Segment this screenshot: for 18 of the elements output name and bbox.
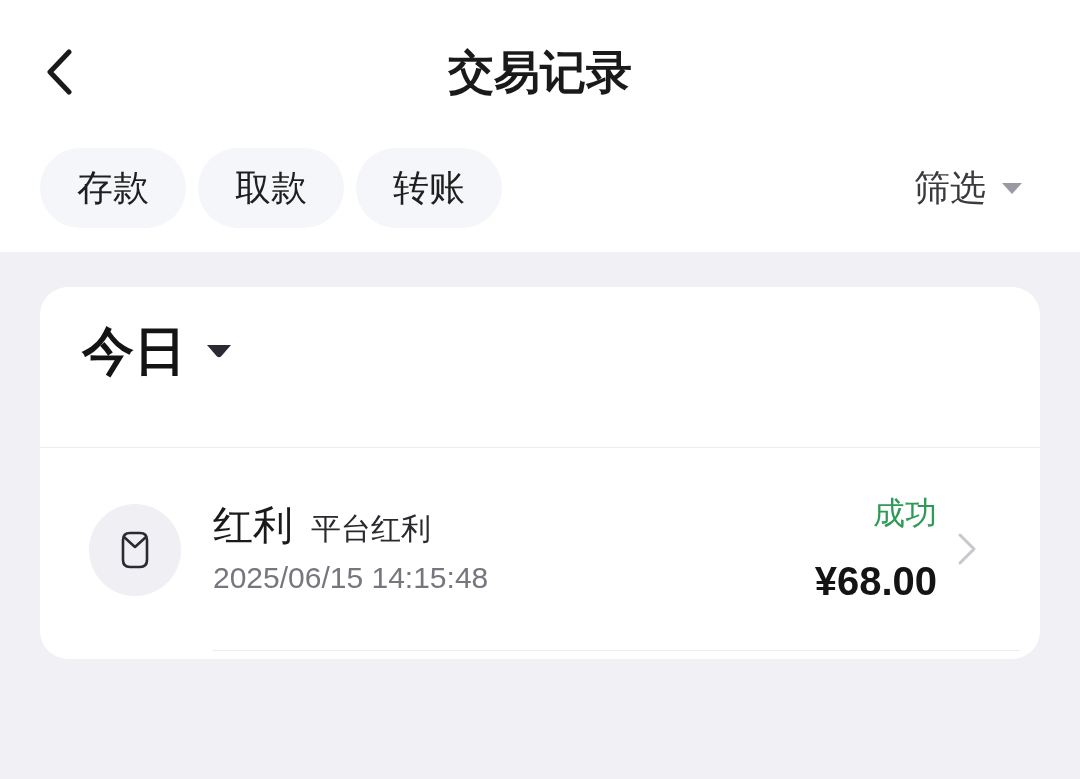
transaction-amount: ¥68.00 [814, 558, 937, 605]
caret-down-icon [1002, 182, 1022, 194]
transaction-row[interactable]: 红利 平台红利 2025/06/15 14:15:48 成功 ¥68.00 [40, 448, 1040, 651]
status-label: 成功 [873, 494, 937, 533]
transaction-title: 红利 [213, 502, 293, 549]
period-dropdown[interactable]: 今日 [82, 325, 232, 377]
type-tab[interactable]: 取款 [198, 148, 344, 228]
page-title: 交易记录 [448, 45, 632, 100]
chevron-right-icon [957, 532, 977, 566]
type-tab[interactable]: 转账 [356, 148, 502, 228]
type-tab[interactable]: 存款 [40, 148, 186, 228]
envelope-icon [89, 503, 181, 596]
transaction-subtitle: 平台红利 [311, 511, 431, 547]
caret-down-icon [206, 344, 232, 358]
filter-dropdown[interactable]: 筛选 [914, 166, 1022, 210]
back-button[interactable] [46, 49, 72, 95]
transaction-time: 2025/06/15 14:15:48 [213, 560, 489, 596]
back-chevron-icon [46, 49, 72, 95]
